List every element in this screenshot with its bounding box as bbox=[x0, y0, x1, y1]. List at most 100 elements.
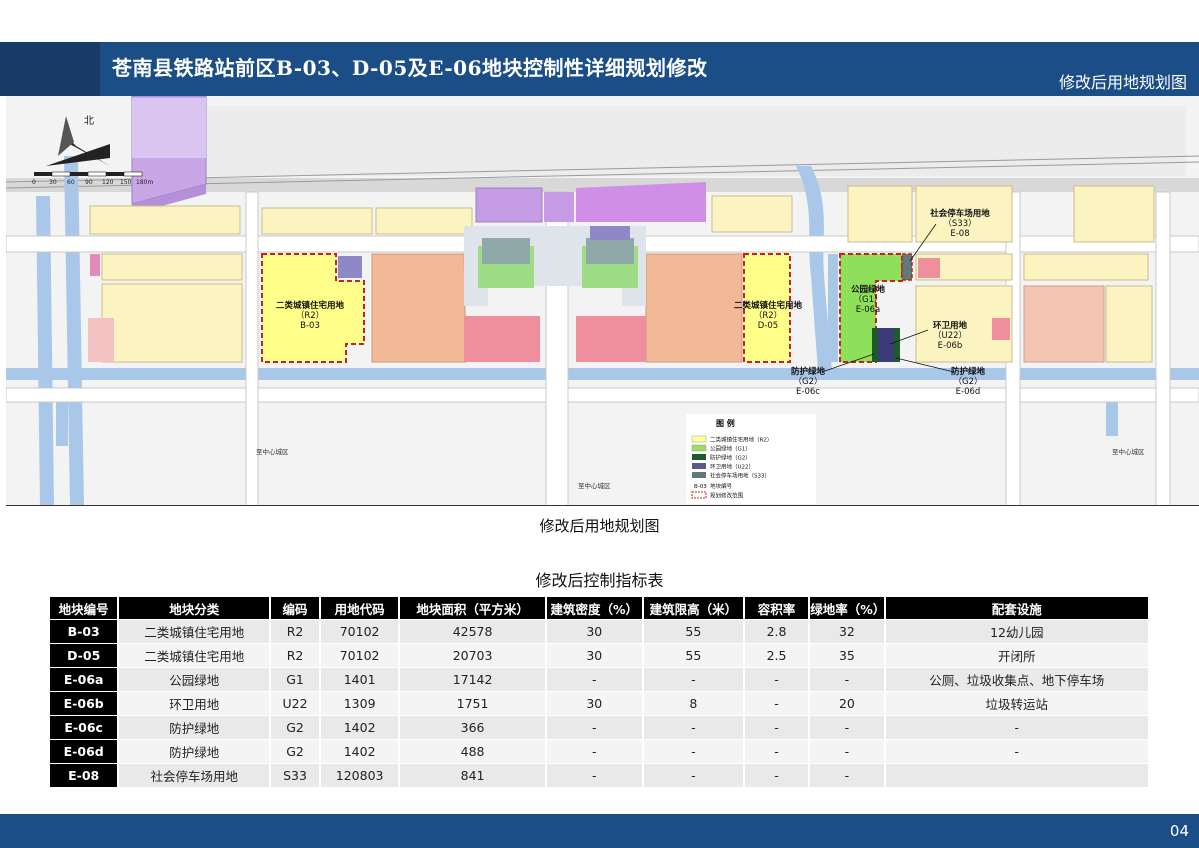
page: 苍南县铁路站前区B-03、D-05及E-06地块控制性详细规划修改 修改后用地规… bbox=[0, 0, 1199, 848]
map-caption: 修改后用地规划图 bbox=[539, 517, 660, 535]
page-number: 04 bbox=[1169, 822, 1189, 840]
table-cell: 55 bbox=[643, 620, 743, 643]
legend-item: 公园绿地（G1） bbox=[710, 445, 751, 453]
table-cell: 70102 bbox=[320, 644, 399, 667]
table-cell: 防护绿地 bbox=[119, 740, 270, 763]
table-cell: 20703 bbox=[400, 644, 545, 667]
table-cell: G2 bbox=[271, 716, 319, 739]
table-cell: E-06d bbox=[50, 740, 118, 763]
e06d-id: E-06d bbox=[956, 387, 981, 397]
e06c-id: E-06c bbox=[796, 387, 820, 397]
d05-name: 二类城镇住宅用地 bbox=[734, 300, 803, 311]
table-cell: R2 bbox=[271, 620, 319, 643]
table-cell: 二类城镇住宅用地 bbox=[119, 620, 270, 643]
map-legend: 图 例 二类城镇住宅用地（R2） 公园绿地（G1） 防护绿地（G2） 环卫用地（… bbox=[686, 414, 816, 504]
col-header: 配套设施 bbox=[885, 597, 1148, 619]
table-cell: 公厕、垃圾收集点、地下停车场 bbox=[885, 668, 1148, 691]
table-cell: - bbox=[810, 716, 884, 739]
table-cell: G2 bbox=[271, 740, 319, 763]
table-cell: - bbox=[546, 668, 642, 691]
legend-code-sample: B-03 bbox=[694, 484, 707, 490]
table-cell: E-06b bbox=[50, 692, 118, 715]
col-header: 用地代码 bbox=[320, 597, 399, 619]
e06b-name: 环卫用地 bbox=[933, 320, 968, 331]
table-cell: 公园绿地 bbox=[119, 668, 270, 691]
table-cell: - bbox=[546, 740, 642, 763]
table-cell: - bbox=[546, 764, 642, 787]
scale-tick: 120 bbox=[102, 179, 114, 186]
table-cell: - bbox=[643, 716, 743, 739]
e06d-name: 防护绿地 bbox=[951, 366, 986, 377]
place-label-west: 至中心城区 bbox=[256, 447, 289, 456]
d05-id: D-05 bbox=[758, 321, 778, 331]
table-cell: 120803 bbox=[320, 764, 399, 787]
table-cell: 35 bbox=[810, 644, 884, 667]
e06c-code: （G2） bbox=[794, 376, 823, 387]
table-cell: G1 bbox=[271, 668, 319, 691]
table-row: E-08 社会停车场用地 S33 120803 841 - - - - bbox=[50, 764, 1148, 787]
table-cell: E-08 bbox=[50, 764, 118, 787]
table-cell: - bbox=[744, 668, 809, 691]
scale-tick: 150 bbox=[120, 179, 132, 186]
table-cell: 30 bbox=[546, 620, 642, 643]
table-cell: - bbox=[546, 716, 642, 739]
table-cell: - bbox=[643, 740, 743, 763]
e06a-name: 公园绿地 bbox=[851, 284, 886, 295]
table-cell: 垃圾转运站 bbox=[885, 692, 1148, 715]
table-cell: 32 bbox=[810, 620, 884, 643]
b03-code: （R2） bbox=[296, 310, 324, 321]
col-header: 地块分类 bbox=[119, 597, 270, 619]
table-cell: U22 bbox=[271, 692, 319, 715]
map-canvas: 北 0 30 60 90 120 150 180m 二类城镇住宅用地 （R2） … bbox=[6, 96, 1199, 505]
table-cell: 70102 bbox=[320, 620, 399, 643]
legend-item: 社会停车场用地（S33） bbox=[710, 472, 770, 480]
e06d-code: （G2） bbox=[954, 376, 983, 387]
table-cell: 12幼儿园 bbox=[885, 620, 1148, 643]
table-cell: - bbox=[885, 740, 1148, 763]
place-label-center: 至中心城区 bbox=[578, 481, 611, 490]
table-cell: E-06a bbox=[50, 668, 118, 691]
table-caption: 修改后控制指标表 bbox=[535, 571, 664, 590]
table-cell: - bbox=[810, 668, 884, 691]
table-cell: 开闭所 bbox=[885, 644, 1148, 667]
col-header: 地块编号 bbox=[50, 597, 118, 619]
scale-tick: 30 bbox=[49, 179, 57, 186]
table-cell: 2.5 bbox=[744, 644, 809, 667]
table-cell: 二类城镇住宅用地 bbox=[119, 644, 270, 667]
place-label-east: 至中心城区 bbox=[1112, 447, 1145, 456]
col-header: 绿地率（%） bbox=[810, 597, 885, 619]
scale-tick: 0 bbox=[32, 179, 36, 186]
e08-code: （S33） bbox=[943, 218, 976, 229]
scale-tick: 60 bbox=[67, 179, 75, 186]
b03-name: 二类城镇住宅用地 bbox=[276, 300, 345, 311]
table-header-row: 地块编号 地块分类 编码 用地代码 地块面积（平方米） 建筑密度（%） 建筑限高… bbox=[50, 597, 1148, 619]
table-row: E-06a 公园绿地 G1 1401 17142 - - - - 公厕、垃圾收集… bbox=[50, 668, 1148, 691]
table-cell: 8 bbox=[643, 692, 743, 715]
scale-tick: 180m bbox=[136, 179, 153, 186]
table-cell: 1309 bbox=[320, 692, 399, 715]
header-band: 苍南县铁路站前区B-03、D-05及E-06地块控制性详细规划修改 修改后用地规… bbox=[0, 42, 1199, 96]
table-cell: 488 bbox=[400, 740, 545, 763]
legend-code-label: 地块编号 bbox=[710, 482, 733, 490]
scale-tick: 90 bbox=[85, 179, 93, 186]
legend-item: 二类城镇住宅用地（R2） bbox=[710, 436, 772, 444]
col-header: 建筑限高（米） bbox=[643, 597, 743, 619]
table-row: E-06d 防护绿地 G2 1402 488 - - - - - bbox=[50, 740, 1148, 763]
table-cell: 1751 bbox=[400, 692, 545, 715]
table-cell: 17142 bbox=[400, 668, 545, 691]
col-header: 地块面积（平方米） bbox=[400, 597, 545, 619]
table-cell: B-03 bbox=[50, 620, 118, 643]
table-cell bbox=[885, 764, 1148, 787]
table-cell: 366 bbox=[400, 716, 545, 739]
footer-band: 04 bbox=[0, 814, 1199, 848]
table-cell: 20 bbox=[810, 692, 884, 715]
table-row: E-06b 环卫用地 U22 1309 1751 30 8 - 20 垃圾转运站 bbox=[50, 692, 1148, 715]
table-cell: 841 bbox=[400, 764, 545, 787]
e06a-code: （G1） bbox=[854, 294, 883, 305]
table-cell: 55 bbox=[643, 644, 743, 667]
table-cell: 社会停车场用地 bbox=[119, 764, 270, 787]
e06b-id: E-06b bbox=[938, 341, 963, 351]
table-cell: - bbox=[810, 764, 884, 787]
page-subtitle: 修改后用地规划图 bbox=[1058, 73, 1187, 92]
page-title: 苍南县铁路站前区B-03、D-05及E-06地块控制性详细规划修改 bbox=[112, 56, 708, 80]
